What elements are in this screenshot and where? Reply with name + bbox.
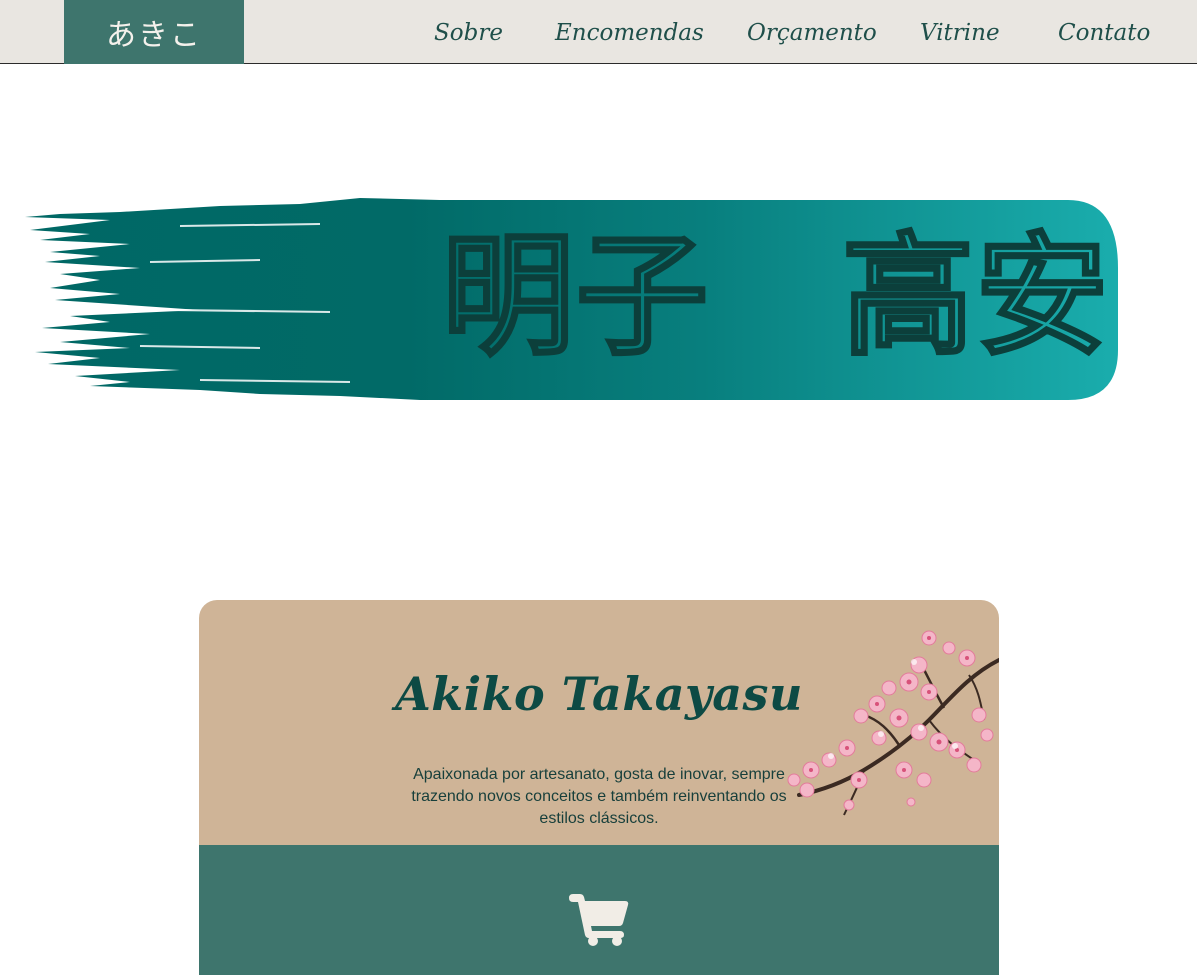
- cherry-blossom-icon: [787, 630, 999, 816]
- nav-link-orcamento[interactable]: Orçamento: [747, 18, 877, 48]
- profile-card-header: Akiko Takayasu Apaixonada por artesanato…: [199, 600, 999, 845]
- shopping-cart-icon: [569, 894, 629, 946]
- shopping-cart-button[interactable]: [567, 891, 631, 949]
- nav-link-vitrine[interactable]: Vitrine: [920, 18, 1000, 48]
- profile-card: Akiko Takayasu Apaixonada por artesanato…: [199, 600, 999, 975]
- nav-link-contato[interactable]: Contato: [1058, 18, 1150, 48]
- nav-link-encomendas[interactable]: Encomendas: [555, 18, 704, 48]
- profile-name: Akiko Takayasu: [395, 666, 803, 721]
- logo[interactable]: あきこ: [64, 0, 244, 64]
- nav-link-sobre[interactable]: Sobre: [434, 18, 503, 48]
- hero-given-name-kanji: 明子: [441, 220, 710, 374]
- profile-bio: Apaixonada por artesanato, gosta de inov…: [411, 766, 787, 827]
- hero-family-name-kanji: 高安: [841, 220, 1110, 374]
- top-navbar: あきこ Sobre Encomendas Orçamento Vitrine C…: [0, 0, 1197, 64]
- profile-card-footer: [199, 845, 999, 975]
